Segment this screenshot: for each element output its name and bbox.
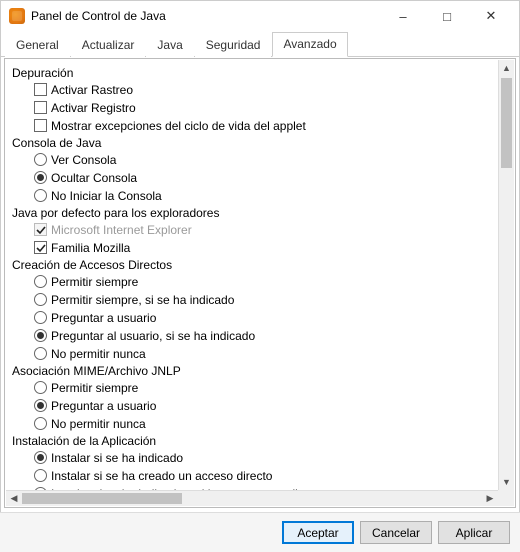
maximize-button[interactable]: □ — [425, 1, 469, 31]
section-header: Instalación de la Aplicación — [12, 434, 496, 448]
item-label: Microsoft Internet Explorer — [51, 223, 192, 237]
checkbox-item[interactable]: Activar Rastreo — [34, 81, 496, 98]
item-label: Permitir siempre, si se ha indicado — [51, 293, 234, 307]
vertical-scrollbar[interactable]: ▲ ▼ — [498, 60, 514, 490]
item-label: Permitir siempre — [51, 275, 138, 289]
radio-icon[interactable] — [34, 469, 47, 482]
item-label: Activar Registro — [51, 101, 136, 115]
item-label: Instalar si se ha creado un acceso direc… — [51, 469, 272, 483]
radio-item[interactable]: Ver Consola — [34, 151, 496, 168]
checkbox-icon[interactable] — [34, 119, 47, 132]
section-header: Java por defecto para los exploradores — [12, 206, 496, 220]
accept-button[interactable]: Aceptar — [282, 521, 354, 544]
close-button[interactable]: ✕ — [469, 1, 513, 31]
checkbox-icon — [34, 223, 47, 236]
checkbox-icon[interactable] — [34, 83, 47, 96]
radio-item[interactable]: No Iniciar la Consola — [34, 187, 496, 204]
horizontal-scrollbar[interactable]: ◀ ▶ — [6, 490, 498, 506]
scroll-up-icon[interactable]: ▲ — [499, 60, 514, 76]
java-icon — [9, 8, 25, 24]
section-header: Depuración — [12, 66, 496, 80]
radio-icon[interactable] — [34, 275, 47, 288]
dialog-footer: Aceptar Cancelar Aplicar — [0, 512, 520, 552]
section-header: Creación de Accesos Directos — [12, 258, 496, 272]
tab-seguridad[interactable]: Seguridad — [195, 33, 272, 57]
checkbox-item[interactable]: Activar Registro — [34, 99, 496, 116]
content-pane: Depuración Activar Rastreo Activar Registr… — [4, 58, 516, 508]
scrollbar-corner — [498, 490, 514, 506]
radio-icon[interactable] — [34, 417, 47, 430]
radio-item[interactable]: Instalar si se ha indicado — [34, 449, 496, 466]
radio-item[interactable]: No permitir nunca — [34, 345, 496, 362]
radio-item[interactable]: Preguntar a usuario — [34, 397, 496, 414]
checkbox-item: Microsoft Internet Explorer — [34, 221, 496, 238]
item-label: Preguntar a usuario — [51, 311, 156, 325]
checkbox-icon[interactable] — [34, 101, 47, 114]
radio-icon[interactable] — [34, 293, 47, 306]
tab-bar: GeneralActualizarJavaSeguridadAvanzado — [1, 31, 519, 57]
radio-item[interactable]: Ocultar Consola — [34, 169, 496, 186]
radio-icon[interactable] — [34, 311, 47, 324]
radio-icon[interactable] — [34, 347, 47, 360]
radio-item[interactable]: Preguntar a usuario — [34, 309, 496, 326]
checkbox-item[interactable]: Familia Mozilla — [34, 239, 496, 256]
item-label: Mostrar excepciones del ciclo de vida de… — [51, 119, 306, 133]
scroll-down-icon[interactable]: ▼ — [499, 474, 514, 490]
item-label: Preguntar al usuario, si se ha indicado — [51, 329, 255, 343]
scroll-left-icon[interactable]: ◀ — [6, 491, 22, 507]
radio-icon[interactable] — [34, 189, 47, 202]
radio-icon[interactable] — [34, 171, 47, 184]
item-label: No Iniciar la Consola — [51, 189, 162, 203]
section-header: Asociación MIME/Archivo JNLP — [12, 364, 496, 378]
section-header: Consola de Java — [12, 136, 496, 150]
tab-avanzado[interactable]: Avanzado — [272, 32, 347, 57]
radio-item[interactable]: Instalar si se ha creado un acceso direc… — [34, 467, 496, 484]
radio-icon[interactable] — [34, 399, 47, 412]
radio-item[interactable]: No permitir nunca — [34, 415, 496, 432]
item-label: Ver Consola — [51, 153, 116, 167]
item-label: No permitir nunca — [51, 417, 146, 431]
radio-item[interactable]: Permitir siempre — [34, 273, 496, 290]
window-title: Panel de Control de Java — [31, 9, 381, 23]
window-titlebar: Panel de Control de Java – □ ✕ — [1, 1, 519, 31]
radio-icon[interactable] — [34, 153, 47, 166]
checkbox-icon[interactable] — [34, 241, 47, 254]
radio-item[interactable]: Permitir siempre — [34, 379, 496, 396]
item-label: Instalar si se ha indicado — [51, 451, 183, 465]
radio-item[interactable]: Permitir siempre, si se ha indicado — [34, 291, 496, 308]
radio-icon[interactable] — [34, 381, 47, 394]
checkbox-item[interactable]: Mostrar excepciones del ciclo de vida de… — [34, 117, 496, 134]
horizontal-scroll-thumb[interactable] — [22, 493, 182, 504]
item-label: Familia Mozilla — [51, 241, 130, 255]
tab-actualizar[interactable]: Actualizar — [71, 33, 146, 57]
vertical-scroll-thumb[interactable] — [501, 78, 512, 168]
radio-item[interactable]: Preguntar al usuario, si se ha indicado — [34, 327, 496, 344]
item-label: Activar Rastreo — [51, 83, 133, 97]
tab-java[interactable]: Java — [146, 33, 193, 57]
radio-icon[interactable] — [34, 451, 47, 464]
apply-button[interactable]: Aplicar — [438, 521, 510, 544]
item-label: No permitir nunca — [51, 347, 146, 361]
radio-icon[interactable] — [34, 329, 47, 342]
item-label: Preguntar a usuario — [51, 399, 156, 413]
settings-tree: Depuración Activar Rastreo Activar Registr… — [6, 60, 498, 490]
cancel-button[interactable]: Cancelar — [360, 521, 432, 544]
minimize-button[interactable]: – — [381, 1, 425, 31]
scroll-right-icon[interactable]: ▶ — [482, 491, 498, 507]
item-label: Permitir siempre — [51, 381, 138, 395]
tab-general[interactable]: General — [5, 33, 70, 57]
item-label: Ocultar Consola — [51, 171, 137, 185]
